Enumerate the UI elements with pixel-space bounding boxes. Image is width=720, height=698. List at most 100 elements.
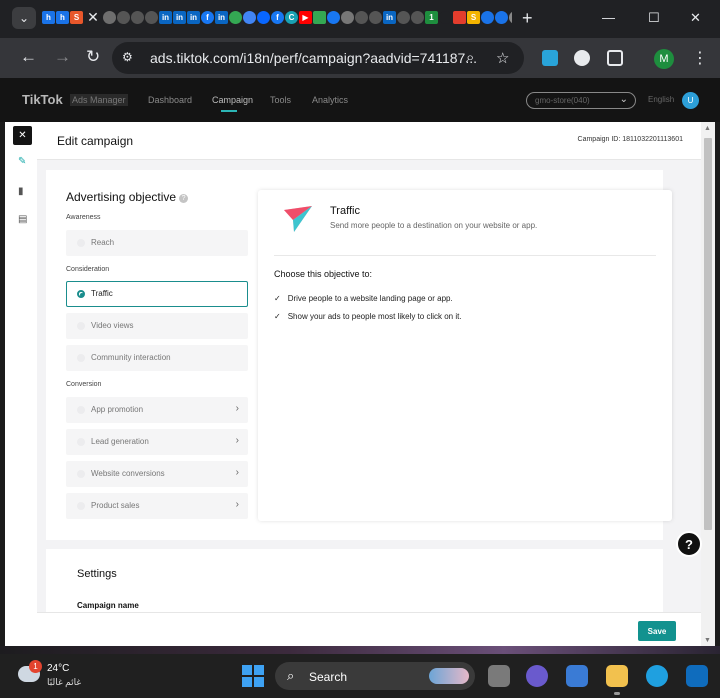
objective-detail-title: Traffic [330,205,360,217]
account-selector[interactable]: gmo-store(040) ⌄ [526,92,636,109]
objective-option-video-views[interactable]: Video views [66,313,248,339]
panel-scrollbar[interactable]: ▲ ▼ [701,122,715,646]
store-icon[interactable] [566,665,588,687]
objective-option-lead-generation[interactable]: Lead generation › [66,429,248,455]
tab-favicon[interactable]: C [285,11,298,24]
facebook-icon[interactable]: f [201,11,214,24]
tab-favicon[interactable] [103,11,116,24]
extension-icon[interactable] [542,50,558,66]
radio-button[interactable] [77,354,85,362]
zoom-search-icon[interactable]: ⌕ [466,49,474,66]
radio-button-selected[interactable] [77,290,85,298]
scroll-up-icon[interactable]: ▲ [704,125,711,132]
tab-favicon[interactable] [411,11,424,24]
outlook-icon[interactable] [686,665,708,687]
tab-favicon[interactable] [145,11,158,24]
tab-favicon[interactable] [355,11,368,24]
chrome-icon[interactable] [509,11,512,24]
nav-analytics[interactable]: Analytics [312,95,348,105]
tab-favicon[interactable] [243,11,256,24]
linkedin-icon[interactable]: in [159,11,172,24]
tab-favicon[interactable]: S [467,11,480,24]
tab-favicon[interactable] [439,11,452,24]
linkedin-icon[interactable]: in [215,11,228,24]
tab-favicon[interactable]: S [70,11,83,24]
meta-icon[interactable] [257,11,270,24]
active-nav-indicator [221,110,237,112]
tab-favicon[interactable] [341,11,354,24]
tab-search-button[interactable]: ⌄ [12,7,36,29]
weather-temperature[interactable]: 24°C [47,663,69,674]
objective-option-reach[interactable]: Reach [66,230,248,256]
nav-tools[interactable]: Tools [270,95,291,105]
save-button[interactable]: Save [638,621,676,641]
tab-favicon[interactable] [481,11,494,24]
ads-manager-nav: TikTok Ads Manager Dashboard Campaign To… [0,78,720,122]
tab-favicon[interactable]: 1 [425,11,438,24]
tab-favicon[interactable] [495,11,508,24]
tab-favicon[interactable] [397,11,410,24]
user-avatar[interactable]: U [682,92,699,109]
windows-start-icon[interactable] [242,665,264,687]
scroll-down-icon[interactable]: ▼ [704,637,711,644]
url-text[interactable]: ads.tiktok.com/i18n/perf/campaign?aadvid… [150,50,477,66]
radio-button[interactable] [77,239,85,247]
edit-pencil-icon[interactable]: ✎ [18,156,26,167]
tab-favicon[interactable] [117,11,130,24]
tab-favicon[interactable] [453,11,466,24]
extensions-puzzle-icon[interactable] [607,50,623,66]
file-explorer-icon[interactable] [606,665,628,687]
help-button[interactable]: ? [676,531,702,557]
tab-favicon[interactable] [131,11,144,24]
radio-button[interactable] [77,470,85,478]
task-view-icon[interactable] [488,665,510,687]
linkedin-icon[interactable]: in [383,11,396,24]
tab-favicon[interactable]: h [42,11,55,24]
nav-dashboard[interactable]: Dashboard [148,95,192,105]
tab-favicon[interactable]: h [56,11,69,24]
extension-icon[interactable] [574,50,590,66]
profile-avatar[interactable]: M [654,49,674,69]
scrollbar-thumb[interactable] [704,138,712,530]
teams-chat-icon[interactable] [526,665,548,687]
close-window-icon[interactable]: ✕ [690,10,701,26]
edge-icon[interactable] [646,665,668,687]
reload-icon[interactable]: ↻ [86,47,100,67]
tab-favicon[interactable] [369,11,382,24]
site-settings-icon[interactable]: ⚙ [122,50,140,66]
page-title: Edit campaign [57,134,134,148]
maximize-icon[interactable]: ☐ [648,10,660,26]
tab-favicon[interactable] [327,11,340,24]
youtube-icon[interactable]: ▶ [299,11,312,24]
radio-button[interactable] [77,322,85,330]
back-arrow-icon[interactable]: ← [20,47,37,67]
document-icon[interactable]: ▤ [18,214,27,225]
objective-option-traffic[interactable]: Traffic [66,281,248,307]
weather-description[interactable]: غائم غالبًا [47,677,81,688]
facebook-icon[interactable]: f [271,11,284,24]
objective-option-community-interaction[interactable]: Community interaction [66,345,248,371]
tab-favicon[interactable] [313,11,326,24]
objective-option-product-sales[interactable]: Product sales › [66,493,248,519]
linkedin-icon[interactable]: in [187,11,200,24]
address-bar[interactable]: ⚙ ads.tiktok.com/i18n/perf/campaign?aadv… [112,42,524,74]
new-tab-button[interactable]: + [522,8,533,28]
language-selector[interactable]: English [648,95,674,104]
drive-icon[interactable] [229,11,242,24]
bookmark-star-icon[interactable]: ☆ [496,49,509,67]
bar-chart-icon[interactable]: ▮ [18,186,24,197]
browser-menu-icon[interactable]: ⋮ [692,48,708,68]
radio-button[interactable] [77,438,85,446]
nav-campaign[interactable]: Campaign [212,95,253,105]
objective-option-app-promotion[interactable]: App promotion › [66,397,248,423]
radio-button[interactable] [77,406,85,414]
info-icon[interactable]: ? [179,194,189,203]
forward-arrow-icon[interactable]: → [54,47,71,67]
minimize-icon[interactable]: — [602,10,615,25]
taskbar-search[interactable]: ⌕ Search [275,662,475,690]
active-tab-close-icon[interactable]: ✕ [84,9,102,25]
linkedin-icon[interactable]: in [173,11,186,24]
objective-option-website-conversions[interactable]: Website conversions › [66,461,248,487]
close-editor-button[interactable]: ✕ [13,126,32,145]
radio-button[interactable] [77,502,85,510]
